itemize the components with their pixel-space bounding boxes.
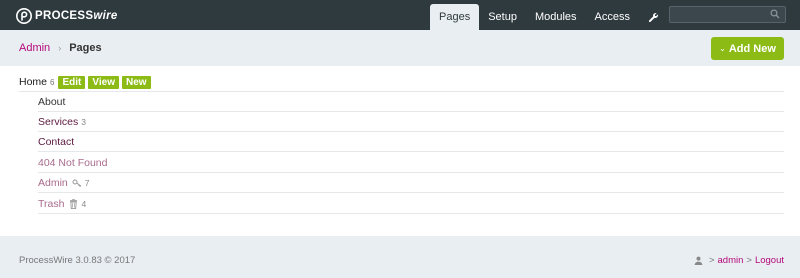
page-title: Pages [69,42,102,54]
version-text: ProcessWire 3.0.83 © 2017 [19,255,136,266]
page-header: Admin › Pages [0,30,800,66]
search-box [669,6,786,23]
tools-button[interactable] [639,4,667,30]
page-tree-root: Home 6 Edit View New [19,75,154,89]
processwire-logo[interactable]: PROCESSwire [16,7,118,25]
nav-item-access[interactable]: Access [586,4,639,30]
page-item-title: Services [38,115,79,128]
add-new-label: Add New [728,42,776,55]
footer-separator: > [746,255,752,266]
logo-text: PROCESSwire [35,10,118,22]
footer-separator: > [708,255,715,266]
page-item-contact[interactable]: Contact [38,132,784,152]
chevron-down-icon: ⌄ [719,44,726,53]
page-item-admin[interactable]: Admin 7 [38,173,784,193]
search-icon[interactable] [770,9,780,19]
trash-icon [68,198,78,209]
user-icon [694,256,703,265]
wrench-icon [648,12,658,22]
page-item-title: Contact [38,135,75,148]
search-input[interactable] [670,7,770,22]
footer-user: > admin > Logout [694,255,784,266]
logo-text-italic: wire [93,10,118,22]
root-page-count: 6 [50,77,55,87]
breadcrumb-separator: › [58,43,62,53]
user-link[interactable]: admin [718,255,744,266]
page-item-title: Trash [38,197,65,210]
page-item-count: 3 [81,116,86,127]
page-item-title: 404 Not Found [38,156,108,169]
breadcrumb-admin[interactable]: Admin [19,42,50,54]
root-page-title[interactable]: Home [19,76,47,88]
processwire-logo-icon [16,8,32,24]
page-item-404[interactable]: 404 Not Found [38,153,784,173]
page-item-title: Admin [38,176,68,189]
logout-link[interactable]: Logout [755,255,784,266]
nav-item-setup[interactable]: Setup [479,4,526,30]
edit-button[interactable]: Edit [58,75,86,89]
new-button[interactable]: New [121,75,151,89]
breadcrumb: Admin › Pages [19,42,102,54]
page-item-count: 7 [84,177,90,188]
logo-text-main: PROCESS [35,10,94,22]
view-button[interactable]: View [88,75,119,89]
add-new-button[interactable]: ⌄ Add New [711,37,784,60]
top-navigation: Pages Setup Modules Access [430,4,667,30]
page-item-about[interactable]: About [38,92,784,112]
page-item-trash[interactable]: Trash 4 [38,194,784,214]
nav-item-modules[interactable]: Modules [526,4,586,30]
page-item-services[interactable]: Services 3 [38,112,784,132]
key-icon [72,178,82,188]
page-tree: Home 6 Edit View New About Services 3 Co… [0,66,800,236]
page-item-count: 4 [81,198,87,209]
nav-item-pages[interactable]: Pages [430,4,480,30]
masthead: PROCESSwire Pages Setup Modules Access [0,0,800,30]
footer: ProcessWire 3.0.83 © 2017 > admin > Logo… [0,236,800,278]
page-item-title: About [38,95,66,108]
